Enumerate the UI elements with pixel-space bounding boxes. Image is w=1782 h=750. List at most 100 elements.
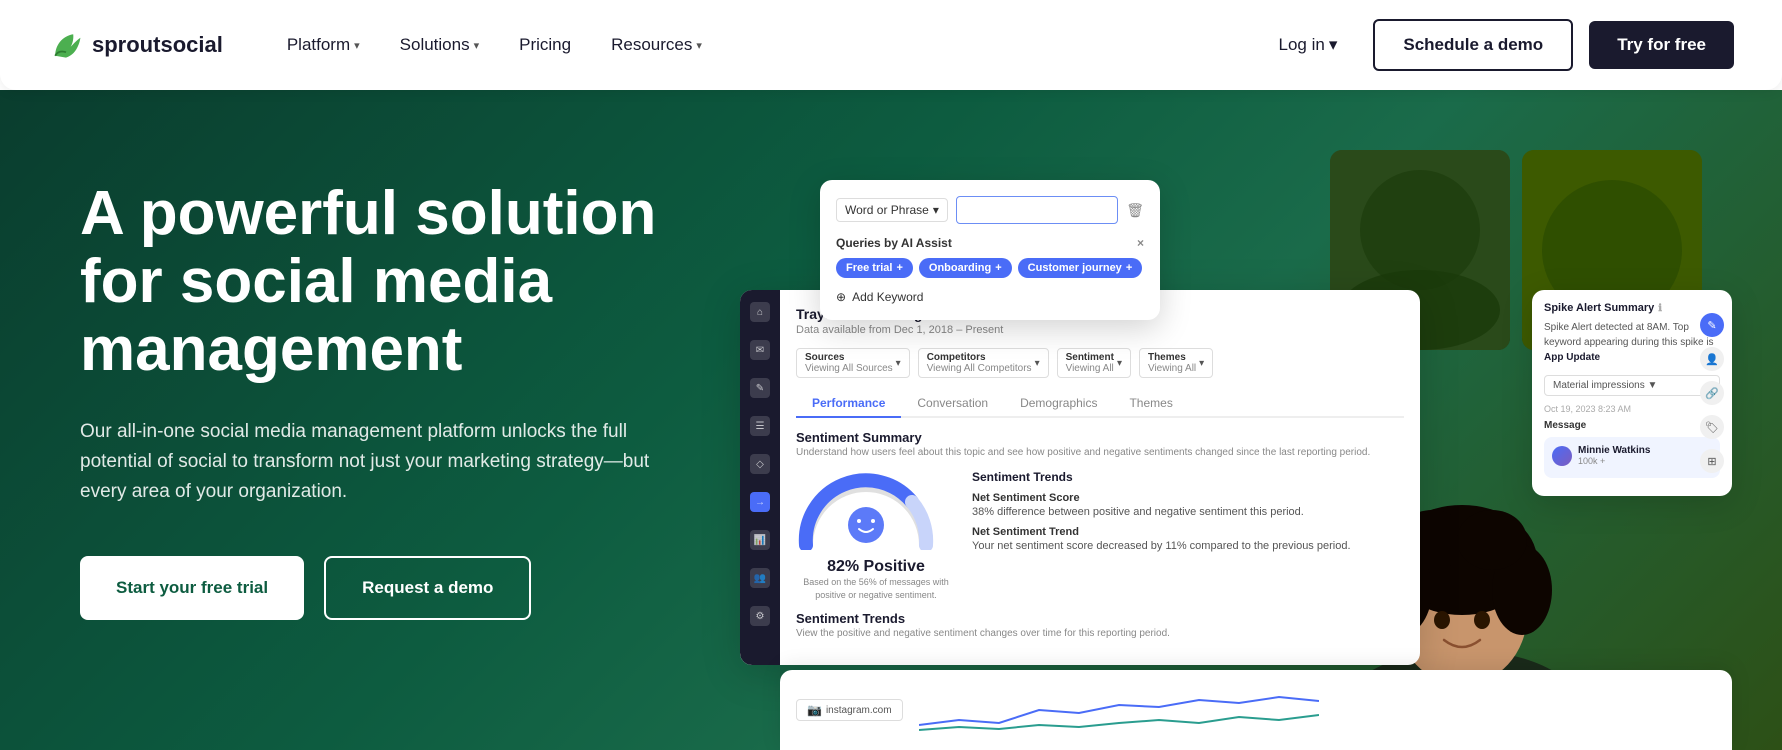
trash-icon[interactable]: 🗑 — [1126, 202, 1144, 219]
hero-subtext: Our all-in-one social media management p… — [80, 417, 660, 508]
sidebar-icon-arrow[interactable]: → — [750, 492, 770, 512]
dashboard-card: ⌂ ✉ ✎ ☰ ◇ → 📊 👥 ⚙ Traysan Technologies D… — [740, 290, 1420, 665]
filter-chevron-icon: ▾ — [1035, 358, 1040, 369]
ai-tag-free-trial[interactable]: Free trial + — [836, 258, 913, 278]
tag-plus-icon: + — [896, 262, 902, 274]
nav-right: Log in ▾ Schedule a demo Try for free — [1258, 19, 1734, 71]
spike-date: Oct 19, 2023 8:23 AM — [1544, 404, 1720, 414]
sidebar-icon-inbox[interactable]: ✉ — [750, 340, 770, 360]
instagram-icon: 📷 — [807, 703, 822, 717]
gauge-wrapper — [796, 470, 936, 550]
competitors-filter[interactable]: Competitors Viewing All Competitors ▾ — [918, 348, 1049, 378]
link-action-icon[interactable]: 🔗 — [1700, 381, 1724, 405]
login-chevron-icon: ▾ — [1329, 35, 1338, 55]
sentiment-gauge: 82% Positive Based on the 56% of message… — [796, 470, 956, 601]
tag-action-icon[interactable]: 🏷 — [1700, 415, 1724, 439]
material-impressions-select[interactable]: Material impressions ▼ — [1544, 375, 1720, 396]
sidebar-icon-list[interactable]: ☰ — [750, 416, 770, 436]
sidebar-icon-settings[interactable]: ⚙ — [750, 606, 770, 626]
schedule-demo-button[interactable]: Schedule a demo — [1373, 19, 1573, 71]
mini-chart — [919, 685, 1716, 735]
ai-tag-customer-journey[interactable]: Customer journey + — [1018, 258, 1143, 278]
dashboard-main: Traysan Technologies Data available from… — [780, 290, 1420, 665]
navbar: sproutsocial Platform ▾ Solutions ▾ Pric… — [0, 0, 1782, 90]
platform-chevron-icon: ▾ — [354, 39, 360, 52]
message-user: Minnie Watkins 100k + — [1552, 445, 1712, 466]
ai-tag-onboarding[interactable]: Onboarding + — [919, 258, 1012, 278]
sprout-logo-icon — [48, 27, 84, 63]
sidebar-icon-people[interactable]: 👥 — [750, 568, 770, 588]
keyword-card: Word or Phrase ▾ 🗑 Queries by AI Assist … — [820, 180, 1160, 320]
logo-text: sproutsocial — [92, 32, 223, 58]
keyword-input[interactable] — [956, 196, 1118, 224]
plus-circle-icon: ⊕ — [836, 290, 846, 304]
nav-pricing[interactable]: Pricing — [503, 27, 587, 63]
word-phrase-select[interactable]: Word or Phrase ▾ — [836, 198, 948, 222]
dashboard-tabs: Performance Conversation Demographics Th… — [796, 390, 1404, 418]
trend-net-trend: Net Sentiment Trend Your net sentiment s… — [972, 526, 1404, 552]
spike-info-icon: ℹ — [1658, 303, 1662, 314]
close-icon[interactable]: × — [1137, 236, 1144, 250]
sidebar-icon-navigate[interactable]: ◇ — [750, 454, 770, 474]
sidebar-icon-home[interactable]: ⌂ — [750, 302, 770, 322]
tab-conversation[interactable]: Conversation — [901, 390, 1004, 416]
request-demo-button[interactable]: Request a demo — [324, 556, 531, 620]
sentiment-summary-sub: Understand how users feel about this top… — [796, 447, 1404, 458]
filter-chevron-icon: ▾ — [1199, 358, 1204, 369]
tab-demographics[interactable]: Demographics — [1004, 390, 1113, 416]
trend-net-score: Net Sentiment Score 38% difference betwe… — [972, 492, 1404, 518]
resources-chevron-icon: ▾ — [696, 39, 702, 52]
sidebar-icon-compose[interactable]: ✎ — [750, 378, 770, 398]
sentiment-filter[interactable]: Sentiment Viewing All ▾ — [1057, 348, 1131, 378]
hero-section: A powerful solution for social media man… — [0, 90, 1782, 750]
message-label: Message — [1544, 420, 1720, 431]
filter-chevron-icon: ▾ — [1117, 358, 1122, 369]
bottom-chart-strip: 📷 instagram.com — [780, 670, 1732, 750]
message-bubble: Minnie Watkins 100k + — [1544, 437, 1720, 478]
trends-title: Sentiment Trends — [972, 470, 1404, 484]
nav-resources[interactable]: Resources ▾ — [595, 27, 718, 63]
grid-action-icon[interactable]: ⊞ — [1700, 449, 1724, 473]
themes-filter[interactable]: Themes Viewing All ▾ — [1139, 348, 1213, 378]
tag-plus-icon: + — [995, 262, 1001, 274]
date-range: Data available from Dec 1, 2018 – Presen… — [796, 324, 1404, 336]
logo[interactable]: sproutsocial — [48, 27, 223, 63]
right-action-icons: ✎ 👤 🔗 🏷 ⊞ — [1700, 313, 1724, 473]
free-trial-button[interactable]: Start your free trial — [80, 556, 304, 620]
user-info: Minnie Watkins 100k + — [1578, 445, 1650, 466]
login-button[interactable]: Log in ▾ — [1258, 25, 1357, 65]
spike-text: Spike Alert detected at 8AM. Top keyword… — [1544, 320, 1720, 365]
hero-left: A powerful solution for social media man… — [80, 150, 740, 620]
hero-headline: A powerful solution for social media man… — [80, 180, 740, 385]
ai-tags: Free trial + Onboarding + Customer journ… — [836, 258, 1144, 278]
sidebar-icon-chart[interactable]: 📊 — [750, 530, 770, 550]
nav-platform[interactable]: Platform ▾ — [271, 27, 376, 63]
sources-filter[interactable]: Sources Viewing All Sources ▾ — [796, 348, 910, 378]
select-chevron-icon: ▾ — [933, 203, 939, 217]
ai-assist-label: Queries by AI Assist × — [836, 236, 1144, 250]
nav-solutions[interactable]: Solutions ▾ — [384, 27, 495, 63]
person-action-icon[interactable]: 👤 — [1700, 347, 1724, 371]
filter-chevron-icon: ▾ — [896, 358, 901, 369]
keyword-row: Word or Phrase ▾ 🗑 — [836, 196, 1144, 224]
spike-alert-panel: Spike Alert Summary ℹ Spike Alert detect… — [1532, 290, 1732, 496]
gauge-sublabel: Based on the 56% of messages with positi… — [796, 576, 956, 601]
solutions-chevron-icon: ▾ — [474, 39, 480, 52]
chart-tab-row: 📷 instagram.com — [796, 699, 903, 721]
dash-content-row: 82% Positive Based on the 56% of message… — [796, 470, 1404, 601]
tab-themes[interactable]: Themes — [1113, 390, 1188, 416]
spike-title: Spike Alert Summary ℹ — [1544, 302, 1720, 314]
instagram-tab[interactable]: 📷 instagram.com — [796, 699, 903, 721]
sentiment-trends: Sentiment Trends Net Sentiment Score 38%… — [972, 470, 1404, 601]
nav-links: Platform ▾ Solutions ▾ Pricing Resources… — [271, 27, 1259, 63]
compose-action-icon[interactable]: ✎ — [1700, 313, 1724, 337]
tag-plus-icon: + — [1126, 262, 1132, 274]
dashboard-sidebar: ⌂ ✉ ✎ ☰ ◇ → 📊 👥 ⚙ — [740, 290, 780, 665]
tab-performance[interactable]: Performance — [796, 390, 901, 418]
dashboard-filters: Sources Viewing All Sources ▾ Competitor… — [796, 348, 1404, 378]
hero-buttons: Start your free trial Request a demo — [80, 556, 740, 620]
sentiment-summary-section: Sentiment Summary Understand how users f… — [796, 430, 1404, 458]
user-avatar — [1552, 446, 1572, 466]
add-keyword-button[interactable]: ⊕ Add Keyword — [836, 290, 1144, 304]
try-free-button[interactable]: Try for free — [1589, 21, 1734, 69]
